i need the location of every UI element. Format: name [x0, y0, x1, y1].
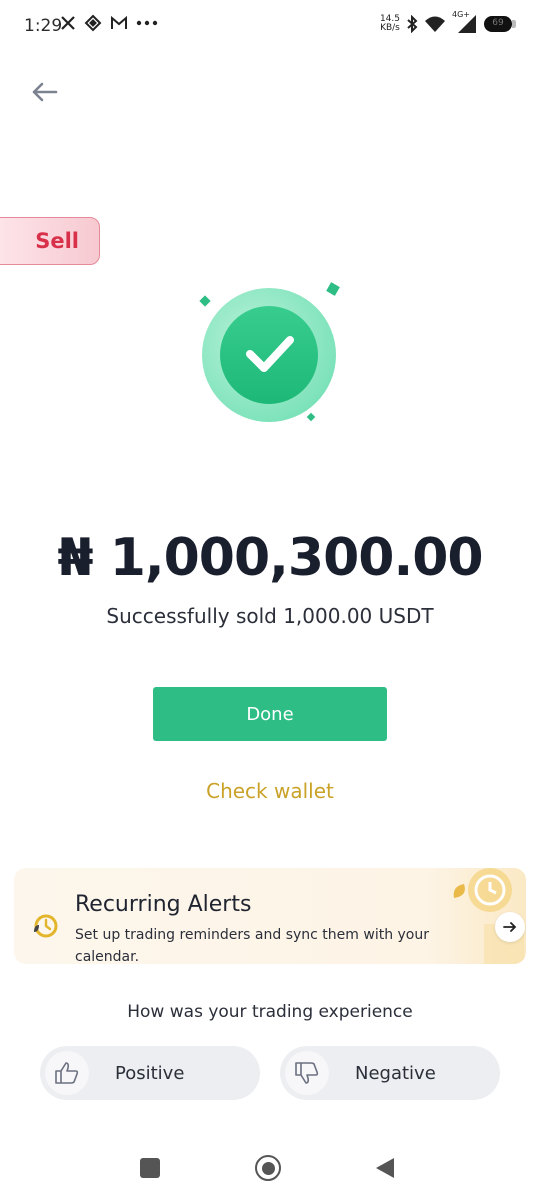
sell-tag-label: Sell: [35, 229, 79, 253]
system-icons: 14.5 KB/s 4G+ 69: [379, 10, 516, 34]
arrow-right-icon: [503, 922, 517, 932]
alert-description: Set up trading reminders and sync them w…: [75, 927, 430, 964]
recent-apps-button[interactable]: [140, 1158, 160, 1178]
notification-icons: [60, 14, 158, 32]
recurring-alerts-card[interactable]: Recurring Alerts Set up trading reminder…: [14, 868, 526, 964]
alert-arrow-button[interactable]: [495, 912, 525, 942]
status-bar: 1:29 14.5 KB/s 4G+ 69: [0, 0, 540, 56]
done-button[interactable]: Done: [153, 687, 387, 741]
positive-feedback-button[interactable]: Positive: [40, 1046, 260, 1100]
back-button[interactable]: [26, 74, 62, 110]
bluetooth-icon: [407, 15, 418, 33]
arrow-left-icon: [32, 82, 58, 102]
success-message: Successfully sold 1,000.00 USDT: [106, 604, 434, 628]
check-wallet-link[interactable]: Check wallet: [0, 779, 540, 803]
wifi-icon: [425, 16, 445, 32]
success-check-icon: [180, 276, 360, 436]
x-app-icon: [61, 16, 75, 30]
system-nav-bar: [0, 1140, 540, 1200]
thumbs-up-icon: [45, 1051, 89, 1095]
more-dots-icon: [136, 20, 158, 26]
net-speed: 14.5 KB/s: [379, 14, 400, 33]
home-button[interactable]: [255, 1155, 281, 1181]
cell-signal: 4G+: [452, 10, 478, 34]
gmail-icon: [111, 15, 127, 29]
feedback-question: How was your trading experience: [127, 1002, 413, 1022]
checkmark-icon: [199, 282, 340, 422]
sold-amount: ₦ 1,000,300.00: [57, 528, 483, 588]
negative-label: Negative: [355, 1062, 436, 1084]
alert-title: Recurring Alerts: [75, 892, 252, 917]
status-time: 1:29: [24, 16, 63, 36]
home-dot-icon: [261, 1161, 275, 1175]
alarm-clock-icon: [34, 914, 58, 938]
binance-icon: [84, 14, 102, 32]
negative-feedback-button[interactable]: Negative: [280, 1046, 500, 1100]
back-nav-button[interactable]: [374, 1156, 396, 1180]
positive-label: Positive: [115, 1062, 185, 1084]
thumbs-down-icon: [285, 1051, 329, 1095]
battery-icon: 69: [484, 16, 516, 32]
sell-tag: Sell: [0, 217, 100, 265]
